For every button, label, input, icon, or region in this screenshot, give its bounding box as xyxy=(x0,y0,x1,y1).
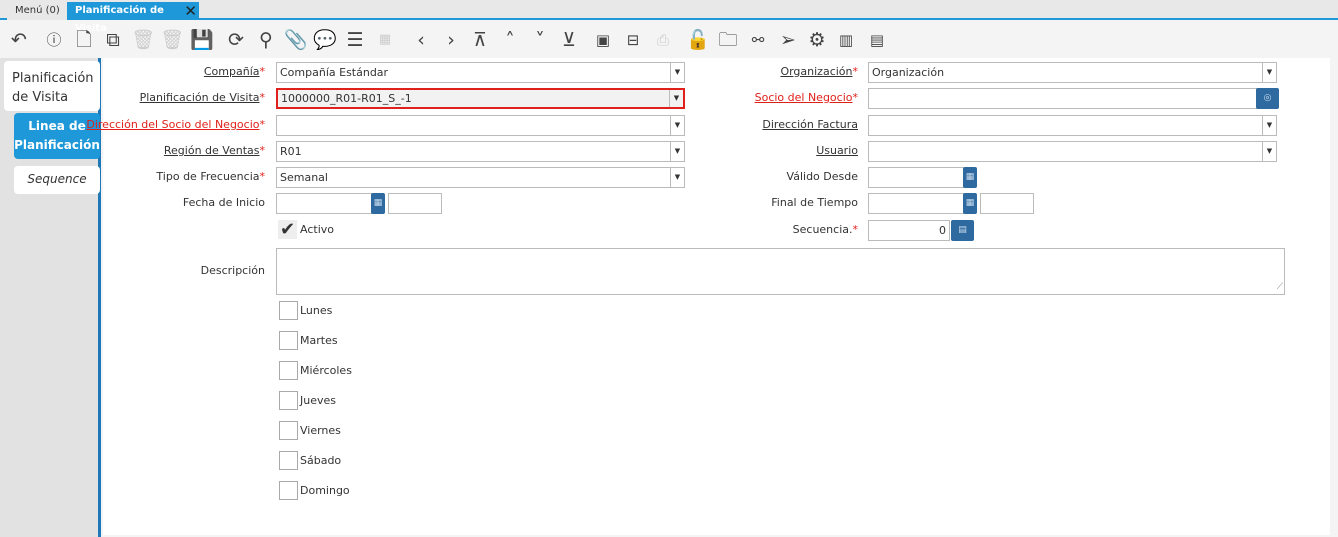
chevron-down-icon[interactable]: ▼ xyxy=(1262,63,1276,82)
grid-toggle-icon[interactable]: ☰ xyxy=(343,28,367,52)
user-label: Usuario xyxy=(816,144,858,157)
organization-field[interactable]: Organización ▼ xyxy=(868,62,1277,83)
day-checkbox[interactable] xyxy=(279,451,298,470)
parent-record-icon[interactable]: ˄ xyxy=(498,28,522,52)
business-partner-field[interactable] xyxy=(868,88,1258,109)
day-label: Lunes xyxy=(300,304,333,317)
day-checkbox[interactable] xyxy=(279,481,298,500)
start-date-field[interactable] xyxy=(276,193,372,214)
day-label: Sábado xyxy=(300,454,342,467)
day-checkbox[interactable] xyxy=(279,361,298,380)
workflow-icon[interactable]: ⚯ xyxy=(746,28,770,52)
sales-region-label: Región de Ventas* xyxy=(163,144,265,157)
product-info-icon[interactable]: ▥ xyxy=(834,28,858,52)
calendar-icon[interactable]: ▦ xyxy=(963,193,977,214)
last-record-icon[interactable]: ⊻ xyxy=(557,28,581,52)
organization-label: Organización* xyxy=(780,65,858,78)
previous-record-icon[interactable]: ‹ xyxy=(409,28,433,52)
help-icon[interactable]: ⓘ xyxy=(42,28,66,52)
detail-record-icon[interactable]: ˅ xyxy=(528,28,552,52)
start-time-field[interactable] xyxy=(388,193,442,214)
next-record-icon[interactable]: › xyxy=(439,28,463,52)
sequence-field[interactable]: 0 xyxy=(868,220,950,241)
request-icon[interactable]: ▤ xyxy=(865,28,889,52)
delete-selection-icon[interactable]: 🗑 xyxy=(160,28,184,52)
first-record-icon[interactable]: ⊼ xyxy=(468,28,492,52)
find-icon[interactable]: ⚲ xyxy=(254,28,278,52)
save-icon[interactable]: 💾 xyxy=(190,28,214,52)
print-icon[interactable]: ⎙ xyxy=(651,28,675,52)
zoom-across-icon[interactable]: 🗀 xyxy=(716,28,740,52)
sequence-label: Secuencia.* xyxy=(792,223,858,236)
delete-icon[interactable]: 🗑 xyxy=(131,28,155,52)
start-date-label: Fecha de Inicio xyxy=(182,196,265,209)
window-tab-bar: Menú (0) Planificación de Visita ✕ xyxy=(0,0,1338,34)
calculator-icon[interactable]: ▤ xyxy=(951,220,974,241)
resize-handle-icon[interactable]: ⟋ xyxy=(1277,278,1283,297)
bp-location-label[interactable]: Dirección del Socio del Negocio* xyxy=(5,115,265,135)
search-partner-icon[interactable]: ◎ xyxy=(1256,88,1279,109)
lock-icon[interactable]: 🔓 xyxy=(686,28,710,52)
valid-from-field[interactable] xyxy=(868,167,964,188)
description-textarea[interactable]: ⟋ xyxy=(276,248,1285,295)
report-icon[interactable]: ▣ xyxy=(591,28,615,52)
day-label: Viernes xyxy=(300,424,341,437)
new-record-icon[interactable]: 🗋 xyxy=(72,28,96,52)
attachment-icon[interactable]: 📎 xyxy=(284,28,308,52)
visit-plan-label: Planificación de Visita* xyxy=(139,91,265,104)
bill-location-field[interactable]: ▼ xyxy=(868,115,1277,136)
day-label: Miércoles xyxy=(300,364,352,377)
tab-menu[interactable]: Menú (0) xyxy=(7,2,68,20)
end-time-label: Final de Tiempo xyxy=(771,196,858,209)
user-field[interactable]: ▼ xyxy=(868,141,1277,162)
day-checkbox[interactable] xyxy=(279,421,298,440)
tab-planificacion-de-visita[interactable]: Planificación de Visita ✕ xyxy=(67,2,199,34)
business-partner-label[interactable]: Socio del Negocio* xyxy=(598,88,858,108)
copy-record-icon[interactable]: ⧉ xyxy=(101,28,125,52)
calendar-icon[interactable]: ▦ xyxy=(371,193,385,214)
archive-icon[interactable]: ⊟ xyxy=(621,28,645,52)
day-checkbox[interactable] xyxy=(279,391,298,410)
valid-from-label: Válido Desde xyxy=(786,170,858,183)
company-label: Compañía* xyxy=(203,65,265,78)
calendar-icon[interactable]: ▦ xyxy=(963,167,977,188)
send-icon[interactable]: ➢ xyxy=(776,28,800,52)
active-checkbox[interactable]: ✔ xyxy=(278,220,297,239)
day-checkbox[interactable] xyxy=(279,331,298,350)
day-label: Martes xyxy=(300,334,338,347)
chat-icon[interactable]: 💬 xyxy=(313,28,337,52)
undo-icon[interactable]: ↶ xyxy=(7,28,31,52)
active-label: Activo xyxy=(300,223,334,236)
description-label: Descripción xyxy=(200,264,265,277)
chevron-down-icon[interactable]: ▼ xyxy=(1262,116,1276,135)
day-checkbox[interactable] xyxy=(279,301,298,320)
day-label: Domingo xyxy=(300,484,350,497)
frequency-type-label: Tipo de Frecuencia* xyxy=(156,170,265,183)
end-time-date-field[interactable] xyxy=(868,193,964,214)
process-icon[interactable]: ⚙ xyxy=(805,28,829,52)
end-time-field[interactable] xyxy=(980,193,1034,214)
calendar-icon[interactable]: ▦ xyxy=(373,28,397,52)
day-label: Jueves xyxy=(300,394,336,407)
bill-location-label: Dirección Factura xyxy=(762,118,858,131)
refresh-icon[interactable]: ⟳ xyxy=(224,28,248,52)
close-icon[interactable]: ✕ xyxy=(184,2,197,20)
chevron-down-icon[interactable]: ▼ xyxy=(1262,142,1276,161)
